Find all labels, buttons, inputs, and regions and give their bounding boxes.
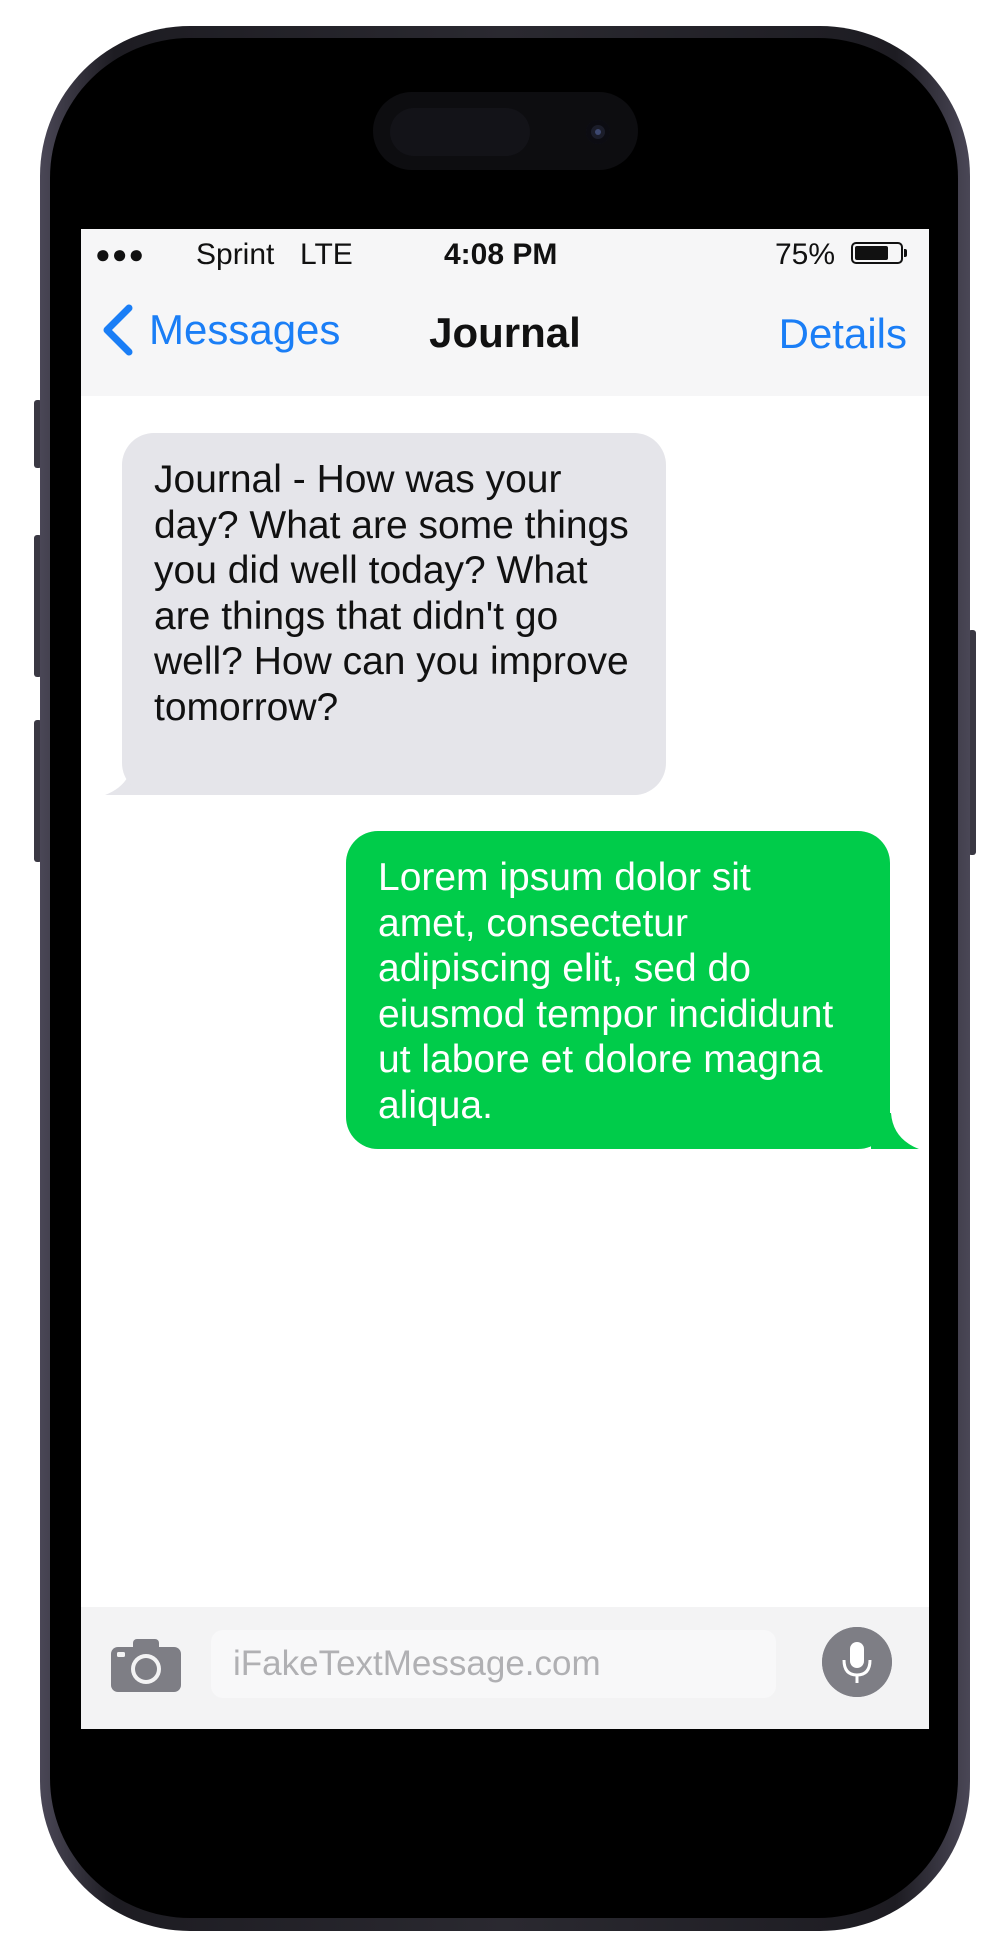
- battery-level-fill: [855, 246, 888, 260]
- message-input[interactable]: [211, 1630, 776, 1698]
- phone-screen: ●●● Sprint LTE 4:08 PM 75% Messages Jour…: [81, 229, 929, 1729]
- front-camera-icon: [586, 120, 610, 144]
- message-composer: [81, 1607, 929, 1729]
- microphone-icon[interactable]: [822, 1627, 892, 1697]
- signal-strength-icon: ●●●: [95, 239, 146, 269]
- carrier-name: Sprint: [196, 238, 275, 271]
- navigation-bar: Messages Journal Details: [81, 281, 929, 396]
- details-button[interactable]: Details: [779, 310, 907, 358]
- status-bar: ●●● Sprint LTE 4:08 PM 75%: [81, 229, 929, 281]
- dynamic-island-sensor: [390, 108, 530, 156]
- battery-percentage: 75%: [775, 238, 836, 271]
- outgoing-message-bubble: Lorem ipsum dolor sit amet, consectetur …: [346, 831, 890, 1149]
- network-type: LTE: [300, 238, 353, 271]
- incoming-message-bubble: Journal - How was your day? What are som…: [122, 433, 666, 795]
- battery-icon: [851, 242, 903, 264]
- battery-tip: [904, 249, 907, 257]
- camera-icon[interactable]: [111, 1637, 181, 1692]
- status-time: 4:08 PM: [444, 238, 558, 271]
